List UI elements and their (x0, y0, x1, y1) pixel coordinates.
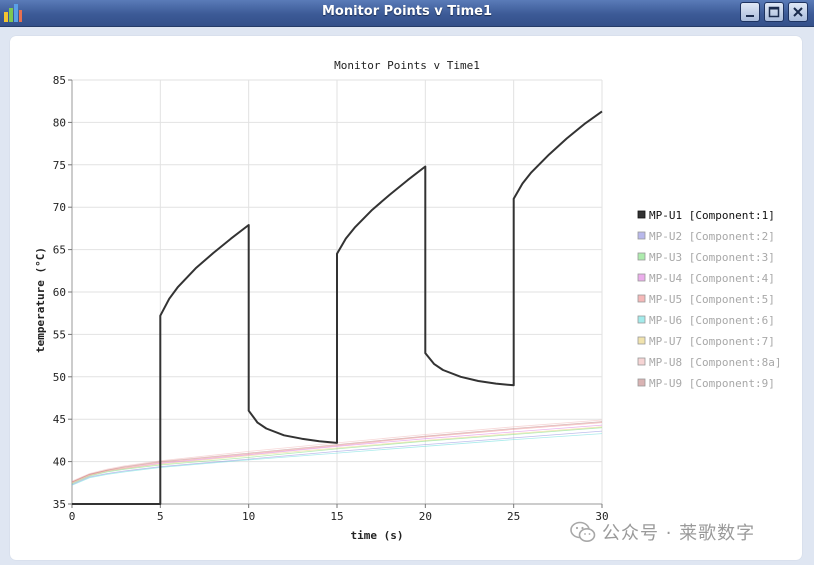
legend-entry-3[interactable]: MP-U3 [Component:3] (649, 251, 775, 264)
y-tick-label: 40 (53, 456, 66, 469)
legend-entry-2[interactable]: MP-U2 [Component:2] (649, 230, 775, 243)
watermark: 公众号 · 莱歌数字 (570, 518, 755, 546)
watermark-text: 公众号 · 莱歌数字 (602, 523, 756, 544)
maximize-button[interactable] (764, 2, 784, 22)
x-axis-label: time (s) (351, 529, 404, 542)
y-tick-label: 85 (53, 74, 66, 87)
x-tick-label: 0 (69, 510, 76, 523)
y-tick-label: 75 (53, 159, 66, 172)
maximize-icon (768, 6, 780, 18)
y-tick-label: 60 (53, 286, 66, 299)
legend-swatch-3 (637, 252, 646, 261)
legend-entry-8[interactable]: MP-U8 [Component:8a] (649, 356, 781, 369)
legend-swatch-6 (637, 315, 646, 324)
legend-entry-7[interactable]: MP-U7 [Component:7] (649, 335, 775, 348)
x-tick-label: 15 (330, 510, 343, 523)
legend-swatch-9 (637, 378, 646, 387)
y-tick-label: 70 (53, 201, 66, 214)
close-icon (793, 7, 803, 17)
legend-entry-6[interactable]: MP-U6 [Component:6] (649, 314, 775, 327)
y-tick-label: 45 (53, 413, 66, 426)
legend-swatch-7 (637, 336, 646, 345)
line-chart: 0 5 10 15 20 25 303540455055606570758085Monito… (34, 59, 781, 542)
legend-entry-5[interactable]: MP-U5 [Component:5] (649, 293, 775, 306)
chart-panel: 0 5 10 15 20 25 30 35 40 45 50 55 60 65 70 75 80 85 Monito… (10, 36, 802, 560)
legend-swatch-8 (637, 357, 646, 366)
x-tick-label: 20 (419, 510, 432, 523)
y-tick-label: 65 (53, 244, 66, 257)
legend-entry-9[interactable]: MP-U9 [Component:9] (649, 377, 775, 390)
legend-swatch-2 (637, 231, 646, 240)
x-tick-label: 5 (157, 510, 164, 523)
legend-entry-1[interactable]: MP-U1 [Component:1] (649, 209, 775, 222)
legend-swatch-4 (637, 273, 646, 282)
minimize-icon (746, 15, 754, 17)
close-button[interactable] (788, 2, 808, 22)
x-tick-label: 10 (242, 510, 255, 523)
legend-entry-4[interactable]: MP-U4 [Component:4] (649, 272, 775, 285)
chart-title: Monitor Points v Time1 (334, 59, 480, 72)
legend-swatch-1 (637, 210, 646, 219)
window-titlebar[interactable]: Monitor Points v Time1 (0, 0, 814, 27)
legend-swatch-5 (637, 294, 646, 303)
wechat-icon (570, 521, 596, 542)
y-tick-label: 80 (53, 116, 66, 129)
x-tick-label: 25 (507, 510, 520, 523)
y-tick-label: 50 (53, 371, 66, 384)
minimize-button[interactable] (740, 2, 760, 22)
y-axis-label: temperature (°C) (34, 247, 47, 353)
y-tick-label: 35 (53, 498, 66, 511)
window-title: Monitor Points v Time1 (321, 4, 493, 19)
y-tick-label: 55 (53, 328, 66, 341)
